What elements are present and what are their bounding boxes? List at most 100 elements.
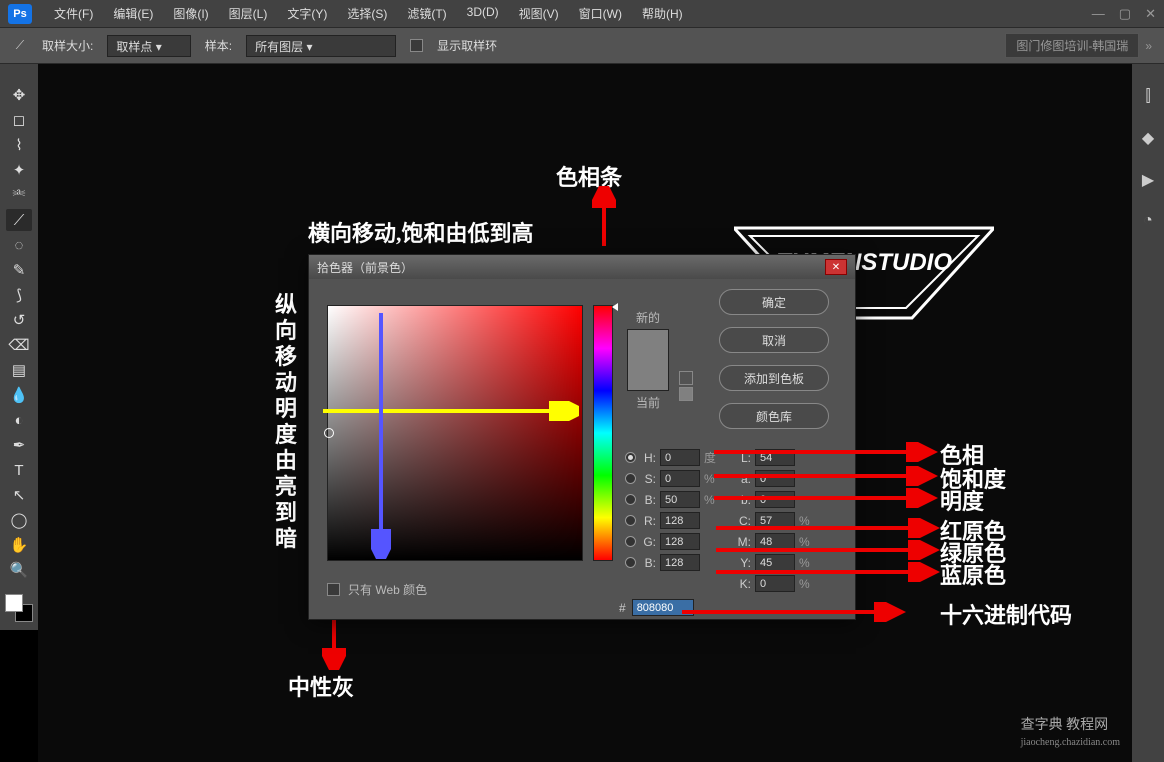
stamp-tool[interactable]: ⟆ <box>6 284 32 306</box>
h-radio[interactable] <box>625 452 636 463</box>
brush-tool[interactable]: ✎ <box>6 259 32 281</box>
minimize-icon[interactable]: — <box>1092 6 1105 22</box>
pen-tool[interactable]: ✒ <box>6 434 32 456</box>
show-ring-checkbox[interactable] <box>410 39 423 52</box>
dodge-tool[interactable]: ◐ <box>6 409 32 431</box>
menu-item[interactable]: 图层(L) <box>219 5 278 22</box>
window-controls: — ▢ ✕ <box>1092 6 1156 22</box>
crop-tool[interactable]: ⎃ <box>6 184 32 206</box>
menu-item[interactable]: 选择(S) <box>337 5 397 22</box>
adjust-icon[interactable]: ◔ <box>1143 212 1153 230</box>
arrow-down-icon <box>322 616 346 670</box>
dialog-close-button[interactable]: ✕ <box>825 259 847 275</box>
menu-items: 文件(F)编辑(E)图像(I)图层(L)文字(Y)选择(S)滤镜(T)3D(D)… <box>44 5 693 22</box>
color-swatches[interactable] <box>5 594 33 622</box>
type-tool[interactable]: T <box>6 459 32 481</box>
bv-input[interactable] <box>660 491 700 508</box>
menu-item[interactable]: 视图(V) <box>509 5 569 22</box>
annotation-side-label: 蓝原色 <box>940 558 1006 590</box>
eyedropper-tool[interactable]: ⟋ <box>6 209 32 231</box>
menu-item[interactable]: 文件(F) <box>44 5 103 22</box>
close-icon[interactable]: ✕ <box>1145 6 1156 22</box>
arrow-up-icon <box>592 186 616 250</box>
arrow-right-icon <box>319 401 579 421</box>
hand-tool[interactable]: ✋ <box>6 534 32 556</box>
g-label: G: <box>640 535 656 549</box>
hue-cursor[interactable] <box>612 303 618 311</box>
saturation-value-field[interactable] <box>327 305 583 561</box>
panel-menu-icon[interactable]: » <box>1145 39 1152 53</box>
options-bar: ⟋ 取样大小: 取样点 ▾ 样本: 所有图层 ▾ 显示取样环 图门修图培训-韩国… <box>0 28 1164 64</box>
s-input[interactable] <box>660 470 700 487</box>
bb-radio[interactable] <box>625 557 636 568</box>
gradient-tool[interactable]: ▤ <box>6 359 32 381</box>
menu-item[interactable]: 3D(D) <box>457 5 509 22</box>
annotation-neutral-gray: 中性灰 <box>288 670 354 702</box>
shape-tool[interactable]: ◯ <box>6 509 32 531</box>
right-panel-bar: ⫿ ◆ ▶ ◔ <box>1132 64 1164 762</box>
play-icon[interactable]: ▶ <box>1142 170 1154 190</box>
menu-item[interactable]: 图像(I) <box>163 5 218 22</box>
new-label: 新的 <box>627 309 669 326</box>
healing-tool[interactable]: ◌ <box>6 234 32 256</box>
panels-icon[interactable]: ⫿ <box>1145 88 1150 106</box>
new-current-swatch: 新的 当前 <box>627 309 669 411</box>
arrow-right-icon <box>712 466 952 486</box>
wand-tool[interactable]: ✦ <box>6 159 32 181</box>
eraser-tool[interactable]: ⌫ <box>6 334 32 356</box>
hue-slider[interactable] <box>593 305 613 561</box>
lasso-tool[interactable]: ⌇ <box>6 134 32 156</box>
arrow-down-blue-icon <box>371 309 391 559</box>
h-label: H: <box>640 451 656 465</box>
menu-item[interactable]: 滤镜(T) <box>397 5 456 22</box>
arrow-right-icon <box>714 562 954 582</box>
menu-bar: Ps 文件(F)编辑(E)图像(I)图层(L)文字(Y)选择(S)滤镜(T)3D… <box>0 0 1164 28</box>
dialog-titlebar[interactable]: 拾色器（前景色） ✕ <box>309 255 855 279</box>
arrow-right-icon <box>712 488 952 508</box>
annotation-brightness: 纵向移动明度由亮到暗 <box>274 292 298 552</box>
marquee-tool[interactable]: ◻ <box>6 109 32 131</box>
current-label: 当前 <box>627 394 669 411</box>
web-only-row: 只有 Web 颜色 <box>327 581 427 598</box>
menu-item[interactable]: 文字(Y) <box>277 5 337 22</box>
swatch-compare[interactable] <box>627 329 669 391</box>
menu-item[interactable]: 窗口(W) <box>569 5 632 22</box>
maximize-icon[interactable]: ▢ <box>1119 6 1131 22</box>
g-radio[interactable] <box>625 536 636 547</box>
h-input[interactable] <box>660 449 700 466</box>
g-input[interactable] <box>660 533 700 550</box>
cancel-button[interactable]: 取消 <box>719 327 829 353</box>
move-tool[interactable]: ✥ <box>6 84 32 106</box>
layers-icon[interactable]: ◆ <box>1142 128 1154 148</box>
gamut-warning-icon[interactable] <box>679 371 693 385</box>
bb-input[interactable] <box>660 554 700 571</box>
color-libraries-button[interactable]: 颜色库 <box>719 403 829 429</box>
path-tool[interactable]: ↖ <box>6 484 32 506</box>
workspace-tag[interactable]: 图门修图培训-韩国瑞 <box>1005 33 1139 58</box>
satval-cursor[interactable] <box>324 428 334 438</box>
menu-item[interactable]: 编辑(E) <box>103 5 163 22</box>
history-brush[interactable]: ↺ <box>6 309 32 331</box>
arrow-right-icon <box>714 518 954 538</box>
web-only-label: 只有 Web 颜色 <box>348 581 427 598</box>
bv-radio[interactable] <box>625 494 636 505</box>
eyedropper-icon[interactable]: ⟋ <box>12 38 28 54</box>
sample-target-select[interactable]: 所有图层 ▾ <box>246 35 396 57</box>
annotation-side-label: 明度 <box>940 484 984 516</box>
s-label: S: <box>640 472 656 486</box>
site-watermark: 查字典 教程网 jiaocheng.chazidian.com <box>1021 714 1120 750</box>
menu-item[interactable]: 帮助(H) <box>632 5 693 22</box>
web-only-checkbox[interactable] <box>327 583 340 596</box>
r-input[interactable] <box>660 512 700 529</box>
r-label: R: <box>640 514 656 528</box>
r-radio[interactable] <box>625 515 636 526</box>
annotation-side-label: 十六进制代码 <box>940 598 1072 630</box>
sample-size-select[interactable]: 取样点 ▾ <box>107 35 190 57</box>
blur-tool[interactable]: 💧 <box>6 384 32 406</box>
s-radio[interactable] <box>625 473 636 484</box>
chevron-down-icon: ▾ <box>156 40 162 54</box>
zoom-tool[interactable]: 🔍 <box>6 559 32 581</box>
add-swatch-button[interactable]: 添加到色板 <box>719 365 829 391</box>
websafe-warning-icon[interactable] <box>679 387 693 401</box>
ok-button[interactable]: 确定 <box>719 289 829 315</box>
